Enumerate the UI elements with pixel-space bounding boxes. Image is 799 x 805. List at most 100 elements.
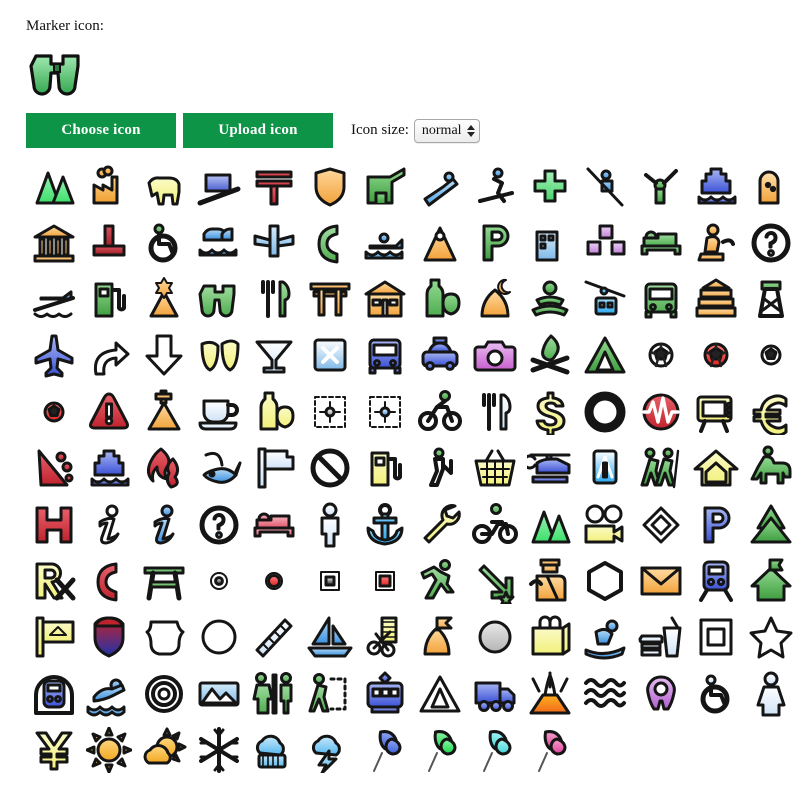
thunderstorm-icon[interactable] [302, 722, 357, 778]
theatre-masks-icon[interactable] [192, 327, 247, 383]
cruise-ship-icon[interactable] [81, 440, 136, 496]
icon-size-select[interactable]: normal [413, 118, 480, 143]
diamond-icon[interactable] [633, 496, 688, 552]
hospital-h-icon[interactable] [26, 496, 81, 552]
trail-icon[interactable] [302, 666, 357, 722]
icon-grid[interactable] [26, 158, 799, 778]
volcano-icon[interactable] [523, 666, 578, 722]
cutlery-icon[interactable] [468, 384, 523, 440]
hotel-bed-icon[interactable] [633, 214, 688, 270]
television-icon[interactable] [688, 384, 743, 440]
partly-cloudy-icon[interactable] [136, 722, 191, 778]
flag-marker-icon[interactable] [412, 609, 467, 665]
dollar-icon[interactable] [523, 384, 578, 440]
mountains-icon[interactable] [26, 158, 81, 214]
camera-icon[interactable] [468, 327, 523, 383]
movie-projector-icon[interactable] [578, 496, 633, 552]
temple-icon[interactable] [688, 271, 743, 327]
museum-icon[interactable] [26, 214, 81, 270]
torii-icon[interactable] [302, 271, 357, 327]
scenery-icon[interactable] [192, 666, 247, 722]
envelope-icon[interactable] [633, 553, 688, 609]
soccer-ball-white-icon[interactable] [633, 327, 688, 383]
pin-pink-icon[interactable] [523, 722, 578, 778]
cow-icon[interactable] [136, 158, 191, 214]
binoculars-icon[interactable] [192, 271, 247, 327]
rockfall-icon[interactable] [26, 440, 81, 496]
dot-small-black-icon[interactable] [192, 553, 247, 609]
pin-green-icon[interactable] [412, 722, 467, 778]
shopping-basket-icon[interactable] [468, 440, 523, 496]
school-icon[interactable] [357, 271, 412, 327]
pharmacy-cross-icon[interactable] [523, 158, 578, 214]
truck-icon[interactable] [468, 666, 523, 722]
restaurant-icon[interactable] [247, 271, 302, 327]
wheelchair-blue-icon[interactable] [688, 666, 743, 722]
interstate-shield-icon[interactable] [81, 609, 136, 665]
animal-shelter-icon[interactable] [357, 158, 412, 214]
gravestone-icon[interactable] [743, 158, 798, 214]
tram-icon[interactable] [357, 666, 412, 722]
pine-tree-icon[interactable] [743, 496, 798, 552]
officer-icon[interactable] [523, 553, 578, 609]
fast-food-icon[interactable] [633, 609, 688, 665]
campfire-icon[interactable] [523, 327, 578, 383]
watchtower-icon[interactable] [743, 271, 798, 327]
pin-blue-icon[interactable] [357, 722, 412, 778]
praying-person-icon[interactable] [688, 214, 743, 270]
post-office-icon[interactable] [247, 158, 302, 214]
triangle-warning-icon[interactable] [412, 666, 467, 722]
telephone-icon[interactable] [302, 214, 357, 270]
cocktail-icon[interactable] [247, 327, 302, 383]
church-icon[interactable] [136, 384, 191, 440]
star-icon[interactable] [743, 609, 798, 665]
baby-icon[interactable] [633, 666, 688, 722]
soccer-ball-small-white-icon[interactable] [743, 327, 798, 383]
factory-icon[interactable] [81, 158, 136, 214]
chairlift-icon[interactable] [578, 158, 633, 214]
grey-ball-icon[interactable] [468, 609, 523, 665]
fire-icon[interactable] [136, 440, 191, 496]
square-small-black-icon[interactable] [302, 553, 357, 609]
fuel-yellow-icon[interactable] [357, 440, 412, 496]
parking-blue-icon[interactable] [688, 496, 743, 552]
hikers-icon[interactable] [633, 440, 688, 496]
slipway-icon[interactable] [26, 271, 81, 327]
waves-icon[interactable] [578, 666, 633, 722]
helicopter-icon[interactable] [523, 440, 578, 496]
viewpoint-icon[interactable] [523, 271, 578, 327]
circle-white-icon[interactable] [192, 609, 247, 665]
skier-icon[interactable] [468, 158, 523, 214]
fishing-icon[interactable] [192, 440, 247, 496]
hairdresser-icon[interactable] [357, 609, 412, 665]
snowflake-icon[interactable] [192, 722, 247, 778]
taxi-icon[interactable] [412, 327, 467, 383]
synagogue-icon[interactable] [136, 271, 191, 327]
pharmacy-rx-icon[interactable] [26, 553, 81, 609]
toilets-icon[interactable] [247, 666, 302, 722]
hexagon-icon[interactable] [578, 553, 633, 609]
groceries-icon[interactable] [247, 384, 302, 440]
shopping-bag-icon[interactable] [523, 609, 578, 665]
soccer-ball-small-red-icon[interactable] [26, 384, 81, 440]
cycling-icon[interactable] [412, 384, 467, 440]
funicular-icon[interactable] [192, 158, 247, 214]
cable-car-icon[interactable] [578, 271, 633, 327]
cross-monument-icon[interactable] [81, 214, 136, 270]
sauna-icon[interactable] [412, 214, 467, 270]
parking-icon[interactable] [468, 214, 523, 270]
upload-icon-button[interactable]: Upload icon [183, 113, 333, 148]
picnic-table-green-icon[interactable] [136, 553, 191, 609]
house-flag-icon[interactable] [743, 553, 798, 609]
slide-icon[interactable] [412, 158, 467, 214]
info-blue-icon[interactable] [136, 496, 191, 552]
office-building-icon[interactable] [523, 214, 578, 270]
runner-icon[interactable] [412, 553, 467, 609]
ruler-icon[interactable] [247, 609, 302, 665]
square-red-icon[interactable] [357, 553, 412, 609]
drinks-icon[interactable] [412, 271, 467, 327]
target-icon[interactable] [136, 666, 191, 722]
info-white-icon[interactable] [81, 496, 136, 552]
motorway-sign-icon[interactable] [578, 440, 633, 496]
bed-pink-icon[interactable] [247, 496, 302, 552]
